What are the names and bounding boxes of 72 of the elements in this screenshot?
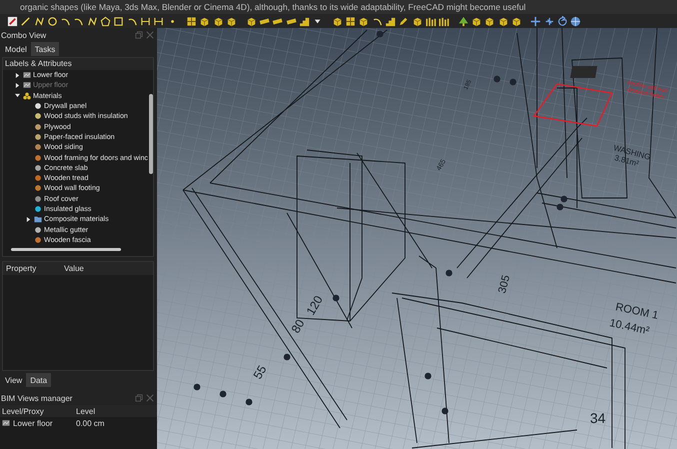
control-point[interactable]	[220, 390, 226, 398]
wire-icon[interactable]	[86, 16, 98, 26]
column-header: Value	[63, 264, 85, 273]
cube-icon[interactable]	[498, 16, 509, 26]
window-icon[interactable]	[186, 16, 198, 26]
group-icon	[23, 92, 31, 100]
dimension-label: 55	[250, 362, 270, 382]
cube-icon[interactable]	[199, 16, 210, 26]
bracket-icon[interactable]	[140, 16, 151, 26]
bracket-icon[interactable]	[153, 16, 164, 26]
stairs-icon[interactable]	[384, 16, 396, 26]
control-point[interactable]	[560, 196, 568, 202]
arc-icon[interactable]	[60, 16, 72, 26]
tab[interactable]: Data	[26, 373, 52, 387]
dimension-label: 34	[590, 410, 606, 426]
panel-title: Combo View	[1, 30, 46, 40]
column-header: Labels & Attributes	[3, 58, 153, 70]
level-icon	[23, 71, 31, 80]
collapsed-arrow-icon[interactable]	[15, 72, 20, 78]
tab[interactable]: Tasks	[30, 42, 60, 56]
control-point[interactable]	[246, 398, 252, 406]
collapsed-arrow-icon[interactable]	[26, 216, 31, 222]
column-header: Level	[75, 406, 96, 416]
cross-icon[interactable]	[544, 16, 555, 26]
dimension-label: 80	[288, 316, 308, 336]
wire-icon[interactable]	[34, 16, 45, 26]
cube-icon[interactable]	[412, 16, 422, 26]
cube-icon[interactable]	[484, 16, 496, 26]
cube-icon[interactable]	[332, 16, 343, 26]
control-point[interactable]	[332, 294, 340, 302]
level-icon	[23, 81, 31, 90]
panel-title: BIM Views manager	[1, 394, 72, 402]
table-cell-text: 0.00 cm	[75, 418, 104, 428]
folder-icon	[34, 215, 42, 224]
plus-icon[interactable]	[530, 16, 542, 26]
cube-icon[interactable]	[212, 16, 224, 26]
caption-text: organic shapes (like Maya, 3ds Max, Blender or Cinema 4D), although, thanks to its wide adaptability, FreeCAD might become useful	[0, 0, 677, 14]
arc-icon[interactable]	[126, 16, 138, 26]
column-header: Property	[5, 264, 38, 273]
window-icon[interactable]	[345, 16, 356, 26]
control-point[interactable]	[446, 270, 452, 276]
table-cell[interactable]: Lower floor	[13, 418, 53, 428]
control-point[interactable]	[194, 384, 200, 390]
control-point[interactable]	[424, 372, 432, 380]
control-point[interactable]	[556, 204, 564, 210]
bars-icon[interactable]	[424, 16, 436, 26]
sketch-icon[interactable]	[7, 16, 18, 26]
polygon-icon[interactable]	[100, 16, 112, 26]
area-label: 10.44m²	[608, 317, 650, 338]
cube-icon[interactable]	[246, 16, 257, 26]
collapsed-arrow-icon[interactable]	[15, 82, 20, 88]
stairs-icon[interactable]	[298, 16, 310, 26]
control-point[interactable]	[442, 408, 448, 414]
expanded-arrow-icon[interactable]	[15, 93, 20, 98]
rect-icon[interactable]	[113, 16, 124, 26]
control-point[interactable]	[284, 354, 290, 360]
globe-icon[interactable]	[570, 16, 582, 26]
cube-icon[interactable]	[226, 16, 238, 26]
level-icon	[2, 419, 10, 427]
cube-icon[interactable]	[358, 16, 370, 26]
cube-icon[interactable]	[470, 16, 482, 26]
tree-icon[interactable]	[458, 16, 469, 26]
rotate-icon[interactable]	[557, 16, 568, 26]
arc-icon[interactable]	[372, 16, 383, 26]
bars-icon[interactable]	[438, 16, 450, 26]
circle-icon[interactable]	[46, 16, 58, 26]
arc-icon[interactable]	[73, 16, 84, 26]
column-header: Level/Proxy	[1, 406, 45, 416]
dimension-label: 305	[496, 274, 513, 295]
dimension-label: 120	[303, 293, 326, 318]
cube-icon[interactable]	[510, 16, 522, 26]
line-icon[interactable]	[20, 16, 32, 26]
